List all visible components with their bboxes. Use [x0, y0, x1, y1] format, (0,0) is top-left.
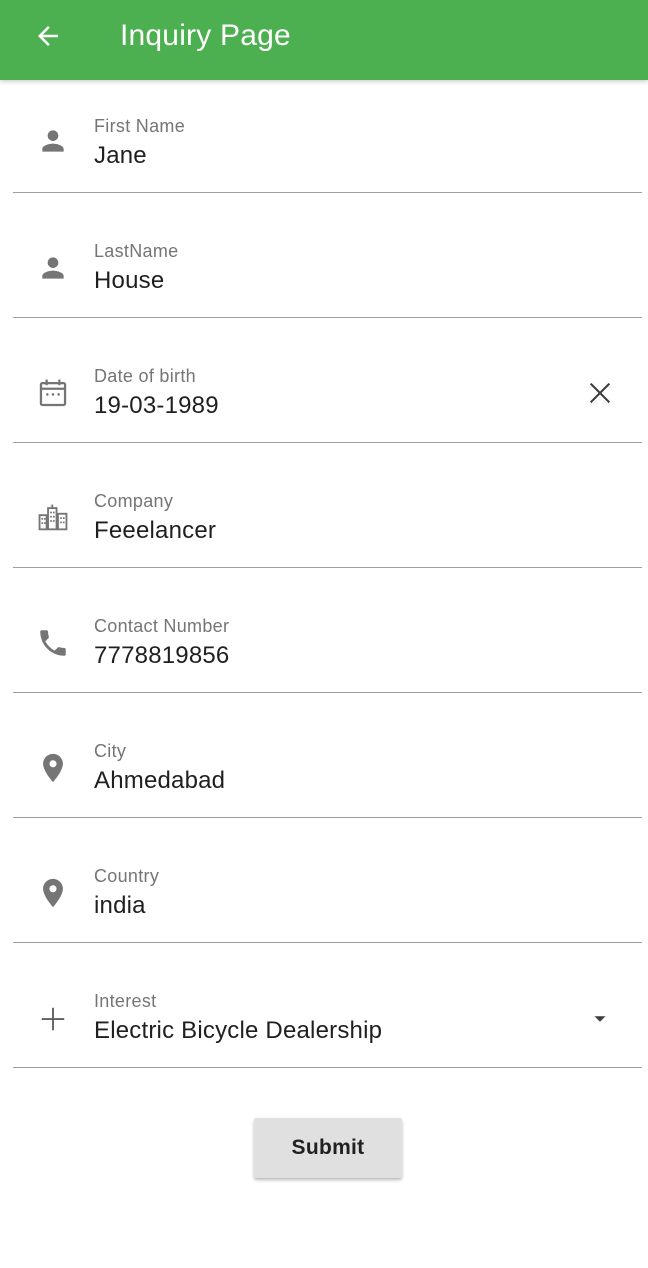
person-icon — [36, 251, 70, 285]
contact-number-value[interactable]: 7778819856 — [94, 641, 229, 671]
date-of-birth-label: Date of birth — [94, 366, 196, 386]
app-bar: Inquiry Page — [0, 0, 648, 80]
interest-label: Interest — [94, 991, 157, 1011]
date-of-birth-field[interactable]: Date of birth 19-03-1989 — [0, 330, 648, 455]
first-name-field[interactable]: First Name Jane — [0, 80, 648, 205]
city-label: City — [94, 741, 127, 761]
submit-button[interactable]: Submit — [254, 1118, 402, 1178]
phone-icon — [36, 626, 70, 660]
city-underline — [13, 817, 642, 818]
contact-number-underline — [13, 692, 642, 693]
back-button[interactable] — [20, 12, 76, 60]
buildings-icon — [36, 501, 70, 535]
city-field[interactable]: City Ahmedabad — [0, 705, 648, 830]
last-name-field[interactable]: LastName House — [0, 205, 648, 330]
interest-dropdown[interactable]: Interest Electric Bicycle Dealership — [0, 955, 648, 1080]
country-value[interactable]: india — [94, 891, 146, 921]
first-name-underline — [13, 192, 642, 193]
interest-dropdown-toggle[interactable] — [582, 1001, 618, 1037]
interest-value[interactable]: Electric Bicycle Dealership — [94, 1016, 382, 1046]
contact-number-label: Contact Number — [94, 616, 230, 636]
company-label: Company — [94, 491, 174, 511]
date-of-birth-underline — [13, 442, 642, 443]
company-underline — [13, 567, 642, 568]
country-label: Country — [94, 866, 160, 886]
interest-underline — [13, 1067, 642, 1068]
plus-icon — [36, 1002, 70, 1036]
first-name-label: First Name — [94, 116, 186, 136]
company-field[interactable]: Company Feeelancer — [0, 455, 648, 580]
country-underline — [13, 942, 642, 943]
page-title: Inquiry Page — [120, 19, 291, 52]
company-value[interactable]: Feeelancer — [94, 516, 216, 546]
person-icon — [36, 124, 70, 158]
last-name-value[interactable]: House — [94, 266, 164, 296]
arrow-back-icon — [38, 26, 58, 46]
dropdown-arrow-icon — [594, 1016, 606, 1022]
clear-date-button[interactable] — [582, 375, 618, 411]
date-of-birth-value[interactable]: 19-03-1989 — [94, 391, 219, 421]
first-name-value[interactable]: Jane — [94, 141, 147, 171]
country-field[interactable]: Country india — [0, 830, 648, 955]
close-icon — [589, 382, 611, 404]
location-pin-icon — [36, 876, 70, 910]
last-name-label: LastName — [94, 241, 179, 261]
city-value[interactable]: Ahmedabad — [94, 766, 225, 796]
contact-number-field[interactable]: Contact Number 7778819856 — [0, 580, 648, 705]
last-name-underline — [13, 317, 642, 318]
location-pin-icon — [36, 751, 70, 785]
calendar-icon — [36, 376, 70, 410]
